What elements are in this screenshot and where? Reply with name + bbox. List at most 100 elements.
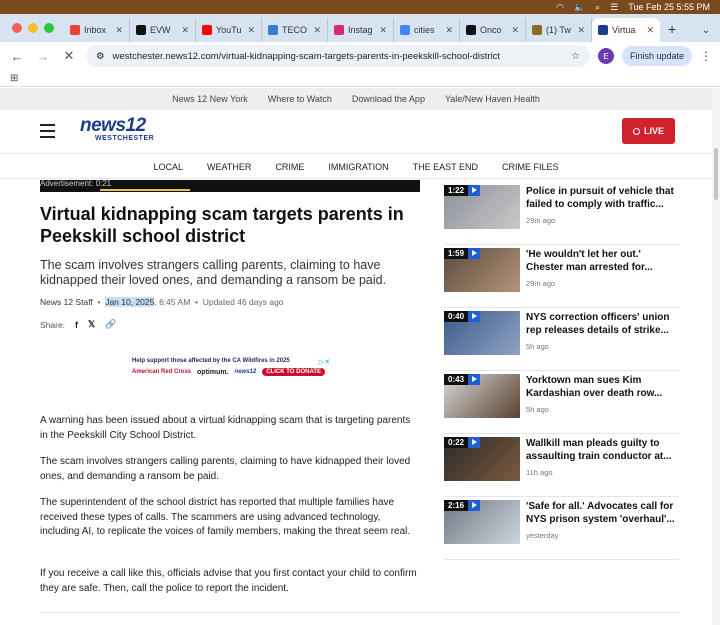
close-tab-icon[interactable]: ✕ bbox=[247, 25, 255, 36]
news12-logo[interactable]: news12 WESTCHESTER bbox=[80, 116, 154, 142]
browser-tab[interactable]: cities ✕ bbox=[394, 18, 460, 42]
close-tab-icon[interactable]: ✕ bbox=[313, 25, 321, 36]
sidebar-story[interactable]: 1:22 Police in pursuit of vehicle that fa… bbox=[444, 185, 679, 245]
wifi-icon[interactable]: ◠ bbox=[556, 2, 564, 13]
story-title[interactable]: 'Safe for all.' Advocates call for NYS p… bbox=[526, 500, 678, 526]
apps-grid-icon[interactable]: ⊞ bbox=[10, 73, 18, 84]
story-title[interactable]: Yorktown man sues Kim Kardashian over de… bbox=[526, 374, 678, 400]
browser-tab[interactable]: Virtua ✕ bbox=[592, 18, 660, 42]
story-title[interactable]: 'He wouldn't let her out.' Chester man a… bbox=[526, 248, 678, 274]
play-icon[interactable] bbox=[468, 185, 480, 196]
nav-the-east-end[interactable]: THE EAST END bbox=[413, 162, 478, 172]
browser-tab[interactable]: (1) Tw ✕ bbox=[526, 18, 592, 42]
nav-immigration[interactable]: IMMIGRATION bbox=[328, 162, 388, 172]
story-thumbnail[interactable]: 1:59 bbox=[444, 248, 520, 292]
nav-weather[interactable]: WEATHER bbox=[207, 162, 251, 172]
story-thumbnail[interactable]: 2:16 bbox=[444, 500, 520, 544]
browser-tab[interactable]: TECO ✕ bbox=[262, 18, 328, 42]
story-thumbnail[interactable]: 0:40 bbox=[444, 311, 520, 355]
ad-headline: Help support those affected by the CA Wi… bbox=[132, 358, 290, 364]
close-tab-icon[interactable]: ✕ bbox=[115, 25, 123, 36]
close-tab-icon[interactable]: ✕ bbox=[511, 25, 519, 36]
top-link-yale-health[interactable]: Yale/New Haven Health bbox=[445, 94, 540, 104]
zoom-window-button[interactable] bbox=[44, 23, 54, 33]
volume-icon[interactable]: 🔈 bbox=[574, 2, 585, 13]
nav-local[interactable]: LOCAL bbox=[153, 162, 183, 172]
story-thumbnail[interactable]: 1:22 bbox=[444, 185, 520, 229]
bookmark-star-icon[interactable]: ☆ bbox=[571, 51, 580, 62]
nav-crime-files[interactable]: CRIME FILES bbox=[502, 162, 559, 172]
story-title[interactable]: Police in pursuit of vehicle that failed… bbox=[526, 185, 678, 211]
browser-tab[interactable]: Instag ✕ bbox=[328, 18, 394, 42]
window-controls bbox=[0, 23, 64, 42]
adchoices-icon[interactable]: ▷✕ bbox=[319, 358, 330, 366]
close-tab-icon[interactable]: ✕ bbox=[577, 25, 585, 36]
article-paragraph: The superintendent of the school distric… bbox=[40, 497, 411, 537]
browser-menu-icon[interactable]: ⋮ bbox=[700, 49, 712, 63]
url-text[interactable]: westchester.news12.com/virtual-kidnappin… bbox=[113, 51, 564, 62]
close-tab-icon[interactable]: ✕ bbox=[181, 25, 189, 36]
nav-crime[interactable]: CRIME bbox=[275, 162, 304, 172]
close-window-button[interactable] bbox=[12, 23, 22, 33]
copy-link-icon[interactable]: 🔗 bbox=[105, 319, 116, 330]
play-icon[interactable] bbox=[468, 374, 480, 385]
article-headline: Virtual kidnapping scam targets parents … bbox=[40, 204, 404, 246]
new-tab-button[interactable]: + bbox=[660, 21, 684, 42]
article-paragraph: The scam involves strangers calling pare… bbox=[40, 456, 411, 482]
site-info-icon[interactable]: ⚙ bbox=[96, 51, 105, 62]
sidebar-story[interactable]: 2:16 'Safe for all.' Advocates call for N… bbox=[444, 500, 679, 560]
browser-tab[interactable]: Onco ✕ bbox=[460, 18, 526, 42]
story-title[interactable]: Wallkill man pleads guilty to assaulting… bbox=[526, 437, 678, 463]
close-tab-icon[interactable]: ✕ bbox=[646, 25, 654, 36]
top-link-where-to-watch[interactable]: Where to Watch bbox=[268, 94, 332, 104]
page-icon bbox=[532, 25, 542, 35]
close-tab-icon[interactable]: ✕ bbox=[445, 25, 453, 36]
site-top-links: News 12 New York Where to Watch Download… bbox=[0, 88, 712, 110]
sidebar-story[interactable]: 0:43 Yorktown man sues Kim Kardashian ove… bbox=[444, 374, 679, 434]
os-menubar: ◠ 🔈 ⌕ ☰ Tue Feb 25 5:55 PM bbox=[0, 0, 720, 14]
play-icon[interactable] bbox=[468, 311, 480, 322]
back-button[interactable]: ← bbox=[8, 49, 26, 64]
finish-update-button[interactable]: Finish update bbox=[621, 46, 692, 66]
story-thumbnail[interactable]: 0:22 bbox=[444, 437, 520, 481]
address-bar[interactable]: ⚙ westchester.news12.com/virtual-kidnapp… bbox=[86, 45, 590, 67]
tab-search-button[interactable]: ⌄ bbox=[692, 25, 720, 42]
page-scrollbar[interactable] bbox=[712, 88, 720, 625]
search-icon[interactable]: ⌕ bbox=[595, 2, 600, 13]
story-title[interactable]: NYS correction officers' union rep relea… bbox=[526, 311, 678, 337]
close-tab-icon[interactable]: ✕ bbox=[379, 25, 387, 36]
play-icon[interactable] bbox=[468, 437, 480, 448]
browser-tab[interactable]: YouTu ✕ bbox=[196, 18, 262, 42]
menubar-clock[interactable]: Tue Feb 25 5:55 PM bbox=[628, 2, 710, 12]
video-duration: 2:16 bbox=[444, 500, 469, 511]
sidebar-story[interactable]: 0:40 NYS correction officers' union rep r… bbox=[444, 311, 679, 371]
story-thumbnail[interactable]: 0:43 bbox=[444, 374, 520, 418]
stop-loading-button[interactable]: ✕ bbox=[60, 48, 78, 64]
play-icon[interactable] bbox=[468, 248, 480, 259]
sidebar-story[interactable]: 0:22 Wallkill man pleads guilty to assaul… bbox=[444, 437, 679, 497]
scrollbar-thumb[interactable] bbox=[714, 148, 718, 200]
x-share-icon[interactable]: 𝕏 bbox=[88, 319, 95, 330]
facebook-share-icon[interactable]: f bbox=[75, 320, 78, 330]
top-link-download-app[interactable]: Download the App bbox=[352, 94, 425, 104]
tab-title: cities bbox=[414, 25, 435, 35]
play-icon[interactable] bbox=[468, 500, 480, 511]
profile-avatar[interactable]: E bbox=[597, 48, 614, 64]
browser-tab[interactable]: Inbox ✕ bbox=[64, 18, 130, 42]
top-link-news12-ny[interactable]: News 12 New York bbox=[172, 94, 248, 104]
donation-ad-banner[interactable]: Help support those affected by the CA Wi… bbox=[132, 358, 330, 388]
sidebar-story[interactable]: 1:59 'He wouldn't let her out.' Chester m… bbox=[444, 248, 679, 308]
google-icon bbox=[400, 25, 410, 35]
browser-tab[interactable]: EVW ✕ bbox=[130, 18, 196, 42]
page-icon bbox=[268, 25, 278, 35]
live-button[interactable]: LIVE bbox=[622, 118, 675, 144]
control-center-icon[interactable]: ☰ bbox=[610, 2, 618, 13]
hamburger-menu-icon[interactable] bbox=[40, 124, 55, 142]
minimize-window-button[interactable] bbox=[28, 23, 38, 33]
video-player[interactable]: Advertisement: 0:21 bbox=[40, 180, 420, 192]
forward-button[interactable]: → bbox=[34, 49, 52, 64]
click-to-donate-button[interactable]: CLICK TO DONATE bbox=[262, 368, 325, 376]
story-timestamp: 29m ago bbox=[526, 216, 556, 225]
video-progress-bar[interactable] bbox=[100, 189, 190, 191]
tab-title: EVW bbox=[150, 25, 171, 35]
